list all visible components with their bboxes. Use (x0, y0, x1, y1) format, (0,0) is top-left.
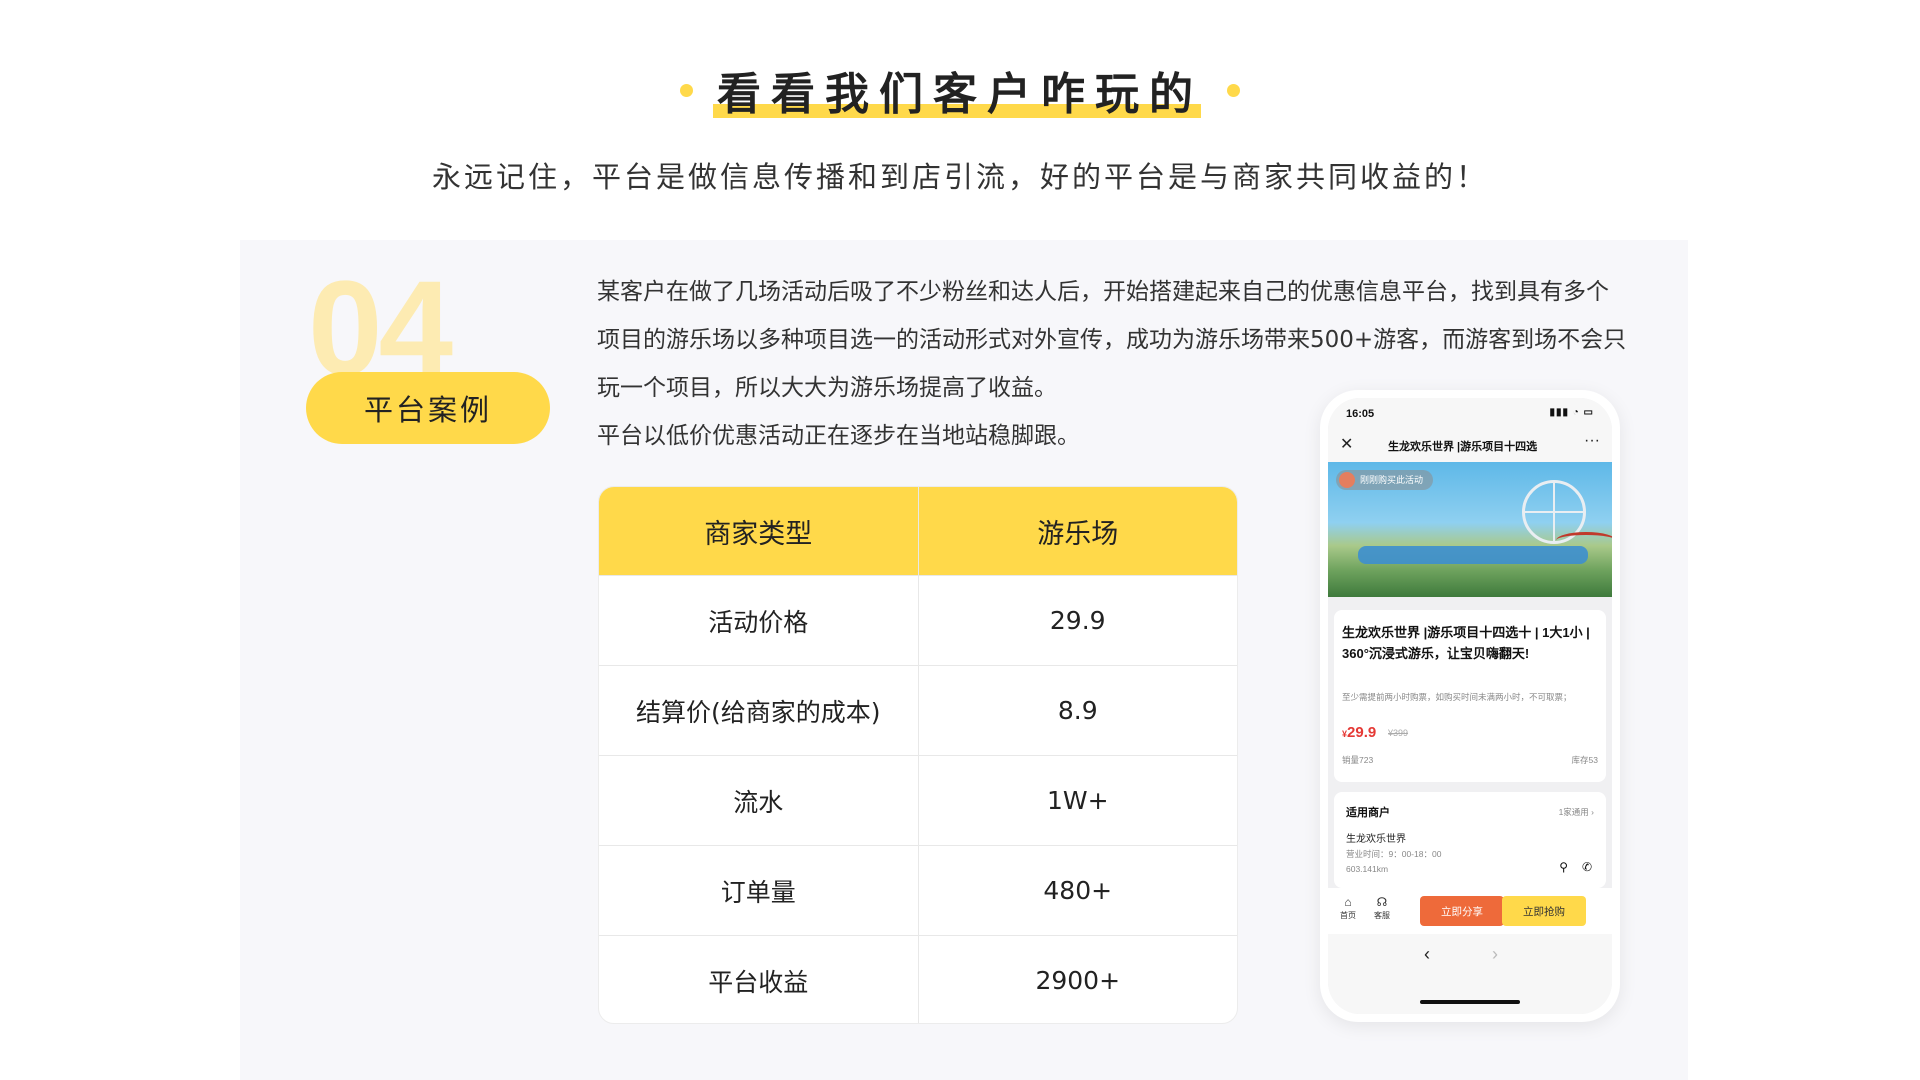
avatar (1339, 472, 1355, 488)
table-cell-label: 订单量 (720, 877, 796, 907)
section-title: 看看我们客户咋玩的 (680, 58, 1240, 122)
close-icon[interactable]: ✕ (1340, 434, 1353, 454)
table-header-cell: 游乐场 (917, 487, 1238, 575)
phone-mockup: 16:05 ▮▮▮ ◔ ▭ ✕ 生龙欢乐世界 |游乐项目十四选 ··· 刚刚购买… (1320, 390, 1620, 1022)
section-header: 看看我们客户咋玩的 (0, 58, 1920, 122)
phone-screen: 16:05 ▮▮▮ ◔ ▭ ✕ 生龙欢乐世界 |游乐项目十四选 ··· 刚刚购买… (1328, 398, 1612, 1014)
product-price: ¥29.9 (1342, 724, 1376, 741)
status-time: 16:05 (1346, 408, 1375, 420)
store-section-title: 适用商户 (1346, 807, 1390, 819)
table-cell-label: 流水 (733, 787, 784, 817)
service-tab[interactable]: ☊ 客服 (1370, 894, 1394, 921)
forward-arrow-icon[interactable]: › (1492, 944, 1498, 965)
title-dot-left (680, 83, 693, 97)
signal-battery-icon: ▮▮▮ ◔ ▭ (1549, 407, 1594, 418)
table-header-row: 商家类型 游乐场 (599, 487, 1237, 575)
original-price: ¥399 (1388, 728, 1409, 738)
recent-purchase-text: 刚刚购买此活动 (1360, 475, 1424, 485)
sales-count: 销量723 (1342, 755, 1374, 765)
table-row: 平台收益 2900+ (599, 935, 1238, 1023)
title-dot-right (1227, 83, 1240, 97)
table-cell-label: 活动价格 (708, 607, 809, 637)
store-distance: 603.141km (1346, 864, 1389, 874)
store-card[interactable]: 适用商户 1家通用 › 生龙欢乐世界 营业时间：9：00-18：00 603.1… (1334, 792, 1606, 888)
phone-icon[interactable]: ✆ (1582, 860, 1592, 874)
buy-button[interactable]: 立即抢购 (1502, 896, 1586, 926)
nav-title: 生龙欢乐世界 |游乐项目十四选 (1388, 441, 1538, 453)
case-table: 商家类型 游乐场 活动价格 29.9 结算价(给商家的成本) 8.9 流水 1W… (598, 486, 1238, 1024)
product-note: 至少需提前两小时购票，如购买时间未满两小时，不可取票； (1342, 692, 1572, 702)
status-bar: 16:05 ▮▮▮ ◔ ▭ (1328, 398, 1612, 428)
table-cell-label: 结算价(给商家的成本) (635, 697, 881, 727)
table-cell-value: 29.9 (917, 576, 1238, 665)
table-cell-value: 8.9 (917, 666, 1238, 755)
product-banner: 刚刚购买此活动 (1328, 462, 1612, 597)
table-row: 活动价格 29.9 (599, 575, 1237, 665)
table-cell-value: 480+ (917, 846, 1238, 935)
share-button[interactable]: 立即分享 (1420, 896, 1504, 926)
table-header-cell: 商家类型 (704, 518, 813, 550)
table-row: 结算价(给商家的成本) 8.9 (599, 665, 1237, 755)
bottom-action-bar: ⌂ 首页 ☊ 客服 立即分享 立即抢购 (1328, 888, 1612, 934)
browser-bar: ‹ › (1328, 934, 1612, 1014)
case-badge: 平台案例 (306, 372, 550, 444)
stock-count: 库存53 (1571, 755, 1598, 765)
table-cell-value: 2900+ (917, 936, 1238, 1023)
product-title: 生龙欢乐世界 |游乐项目十四选十 | 1大1小 | 360°沉浸式游乐，让宝贝嗨… (1342, 625, 1590, 661)
table-row: 订单量 480+ (599, 845, 1237, 935)
recent-purchase-tag: 刚刚购买此活动 (1336, 470, 1434, 490)
location-pin-icon[interactable]: ⚲ (1559, 860, 1568, 874)
product-card: 生龙欢乐世界 |游乐项目十四选十 | 1大1小 | 360°沉浸式游乐，让宝贝嗨… (1334, 610, 1606, 782)
home-indicator (1420, 1000, 1520, 1004)
back-arrow-icon[interactable]: ‹ (1424, 944, 1430, 965)
table-cell-label: 平台收益 (708, 967, 809, 997)
home-tab[interactable]: ⌂ 首页 (1336, 894, 1360, 921)
home-icon: ⌂ (1344, 895, 1352, 909)
service-tab-label: 客服 (1374, 911, 1390, 920)
more-icon[interactable]: ··· (1584, 432, 1600, 450)
section-subtitle: 永远记住，平台是做信息传播和到店引流，好的平台是与商家共同收益的！ (431, 160, 1488, 194)
banner-water (1358, 546, 1588, 564)
home-tab-label: 首页 (1340, 911, 1356, 920)
store-count-link[interactable]: 1家通用 › (1559, 806, 1594, 818)
table-cell-value: 1W+ (917, 756, 1238, 845)
table-row: 流水 1W+ (599, 755, 1237, 845)
coaster-graphic (1556, 532, 1612, 549)
store-name: 生龙欢乐世界 (1346, 834, 1406, 845)
title-text: 看看我们客户咋玩的 (713, 58, 1207, 122)
headset-icon: ☊ (1376, 895, 1388, 909)
price-value: 29.9 (1347, 724, 1377, 741)
store-hours: 营业时间：9：00-18：00 (1346, 849, 1442, 859)
mini-app-navbar: ✕ 生龙欢乐世界 |游乐项目十四选 ··· (1328, 428, 1612, 462)
